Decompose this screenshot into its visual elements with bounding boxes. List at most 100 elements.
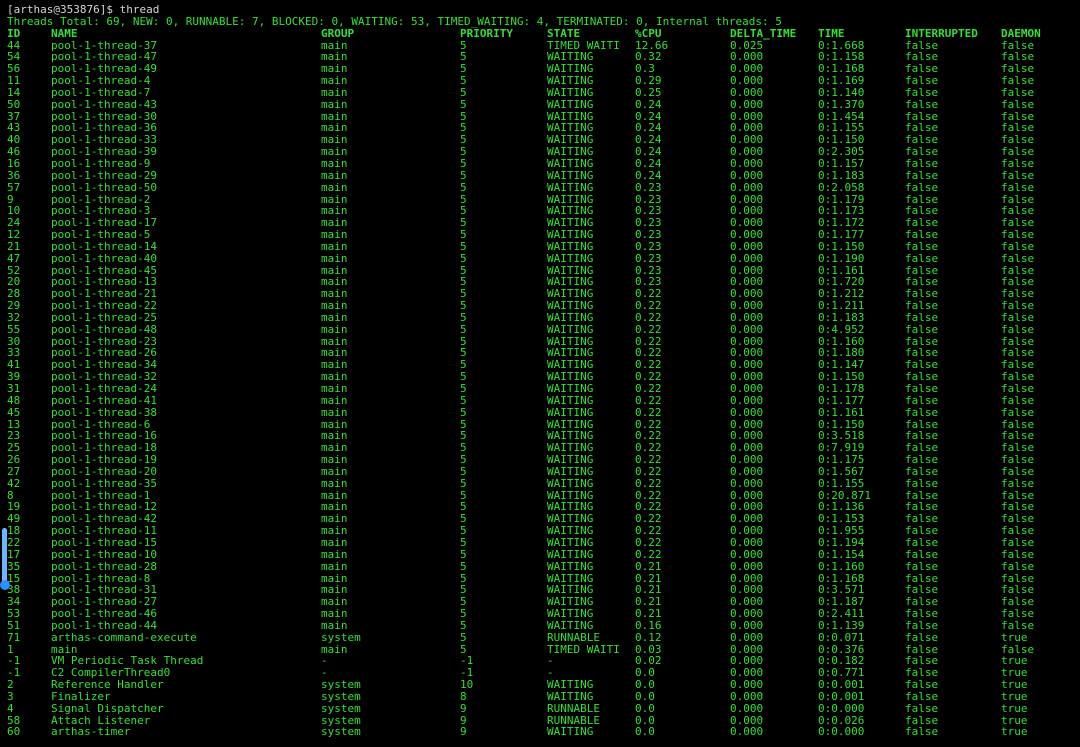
table-row: 27 pool-1-thread-20 main 5 WAITING 0.22 0.000 0…: [7, 466, 1080, 478]
cell-daemon: false: [1001, 311, 1035, 324]
cell-name: pool-1-thread-40: [51, 252, 157, 265]
cell-id: 24: [7, 217, 21, 230]
table-row: 58 Attach Listener system 9 RUNNABLE 0.0 0.000…: [7, 715, 1080, 727]
table-row: 32 pool-1-thread-25 main 5 WAITING 0.22 0.000 0…: [7, 312, 1080, 324]
cell-cpu: 0.22: [635, 525, 662, 537]
cell-cpu: 0.23: [635, 264, 662, 277]
cell-daemon: false: [1001, 572, 1035, 585]
table-row: 34 pool-1-thread-27 main 5 WAITING 0.21 0.000 0…: [7, 596, 1080, 608]
cell-name: pool-1-thread-38: [51, 406, 157, 419]
cell-cpu: 0.23: [635, 276, 662, 289]
cell-time: 0:2.058: [818, 181, 865, 194]
cell-priority: 5: [460, 619, 467, 632]
cell-priority: 9: [460, 726, 467, 739]
cell-priority: 5: [460, 608, 467, 620]
cell-state: WAITING: [547, 572, 594, 585]
cell-name: pool-1-thread-1: [51, 489, 151, 502]
table-row: 33 pool-1-thread-26 main 5 WAITING 0.22 0.000 0…: [7, 347, 1080, 359]
cell-state: RUNNABLE: [547, 714, 600, 727]
cell-id: 50: [7, 98, 21, 111]
cell-interrupted: false: [905, 134, 939, 147]
cell-daemon: false: [1001, 252, 1035, 265]
cell-state: WAITING: [547, 548, 594, 561]
cell-delta-time: 0.000: [730, 205, 764, 218]
cell-daemon: false: [1001, 193, 1035, 206]
cell-name: pool-1-thread-41: [51, 394, 157, 407]
cell-id: 58: [7, 714, 21, 727]
cell-priority: 5: [460, 643, 467, 656]
cell-daemon: false: [1001, 86, 1035, 99]
table-row: 35 pool-1-thread-28 main 5 WAITING 0.21 0.000 0…: [7, 561, 1080, 573]
cell-name: pool-1-thread-50: [51, 181, 157, 194]
cell-time: 0:1.136: [818, 501, 865, 514]
cell-state: WAITING: [547, 335, 594, 348]
table-row: 8 pool-1-thread-1 main 5 WAITING 0.22 0.000 0:2…: [7, 490, 1080, 502]
cell-time: 0:1.160: [818, 560, 865, 573]
cell-name: VM Periodic Task Thread: [51, 655, 204, 668]
table-row: 15 pool-1-thread-8 main 5 WAITING 0.21 0.000 0:…: [7, 573, 1080, 585]
cell-delta-time: 0.000: [730, 98, 764, 111]
cell-id: 33: [7, 347, 21, 360]
cell-group: main: [321, 347, 348, 360]
scrollbar-handle[interactable]: [0, 580, 10, 590]
cell-delta-time: 0.000: [730, 394, 764, 407]
cell-time: 0:1.668: [818, 39, 865, 52]
cell-delta-time: 0.000: [730, 465, 764, 478]
table-row: 10 pool-1-thread-3 main 5 WAITING 0.23 0.000 0:…: [7, 205, 1080, 217]
cell-cpu: 0.22: [635, 406, 662, 419]
cell-delta-time: 0.000: [730, 560, 764, 573]
cell-time: 0:1.140: [818, 86, 865, 99]
cell-priority: 5: [460, 229, 467, 241]
cell-group: -: [321, 655, 328, 668]
cell-group: main: [321, 300, 348, 312]
cell-interrupted: false: [905, 311, 939, 324]
cell-id: 52: [7, 264, 21, 277]
cell-delta-time: 0.000: [730, 181, 764, 194]
cell-name: pool-1-thread-25: [51, 311, 157, 324]
scrollbar-thumb[interactable]: [2, 528, 7, 586]
cell-state: WAITING: [547, 679, 594, 691]
cell-interrupted: false: [905, 548, 939, 561]
table-row: 31 pool-1-thread-24 main 5 WAITING 0.22 0.000 0…: [7, 383, 1080, 395]
cell-delta-time: 0.000: [730, 75, 764, 87]
cell-id: 41: [7, 359, 21, 372]
table-row: 60 arthas-timer system 9 WAITING 0.0 0.000 0:0.…: [7, 726, 1080, 738]
cell-cpu: 0.21: [635, 608, 662, 620]
cell-interrupted: false: [905, 454, 939, 466]
cell-delta-time: 0.000: [730, 679, 764, 691]
cell-interrupted: false: [905, 702, 939, 715]
cell-interrupted: false: [905, 430, 939, 443]
cell-name: pool-1-thread-17: [51, 217, 157, 230]
cell-time: 0:3.571: [818, 584, 865, 597]
cell-daemon: false: [1001, 181, 1035, 194]
table-row: 54 pool-1-thread-47 main 5 WAITING 0.32 0.000 0…: [7, 51, 1080, 63]
cell-priority: 5: [460, 311, 467, 324]
cell-delta-time: 0.000: [730, 596, 764, 609]
cell-state: WAITING: [547, 300, 594, 312]
cell-interrupted: false: [905, 193, 939, 206]
cell-cpu: 0.0: [635, 714, 655, 727]
cell-interrupted: false: [905, 98, 939, 111]
cell-group: main: [321, 643, 348, 656]
cell-state: WAITING: [547, 430, 594, 443]
cell-time: 0:1.150: [818, 371, 865, 383]
cell-cpu: 0.16: [635, 619, 662, 632]
table-row: 55 pool-1-thread-48 main 5 WAITING 0.22 0.000 0…: [7, 324, 1080, 336]
cell-delta-time: 0.000: [730, 276, 764, 289]
cell-name: pool-1-thread-13: [51, 276, 157, 289]
cell-time: 0:0.000: [818, 702, 865, 715]
cell-state: WAITING: [547, 181, 594, 194]
cell-time: 0:1.179: [818, 193, 865, 206]
cell-cpu: 0.29: [635, 75, 662, 87]
cell-id: 19: [7, 501, 21, 514]
cell-delta-time: 0.000: [730, 572, 764, 585]
terminal-output: [arthas@353876]$ thread Threads Total: 6…: [7, 4, 1080, 738]
cell-name: pool-1-thread-44: [51, 619, 157, 632]
cell-priority: 5: [460, 276, 467, 289]
table-row: 9 pool-1-thread-2 main 5 WAITING 0.23 0.000 0:1…: [7, 194, 1080, 206]
cell-id: 37: [7, 110, 21, 123]
cell-id: 39: [7, 371, 21, 383]
cell-group: main: [321, 205, 348, 218]
cell-id: 10: [7, 205, 21, 218]
cell-time: 0:1.178: [818, 383, 865, 395]
